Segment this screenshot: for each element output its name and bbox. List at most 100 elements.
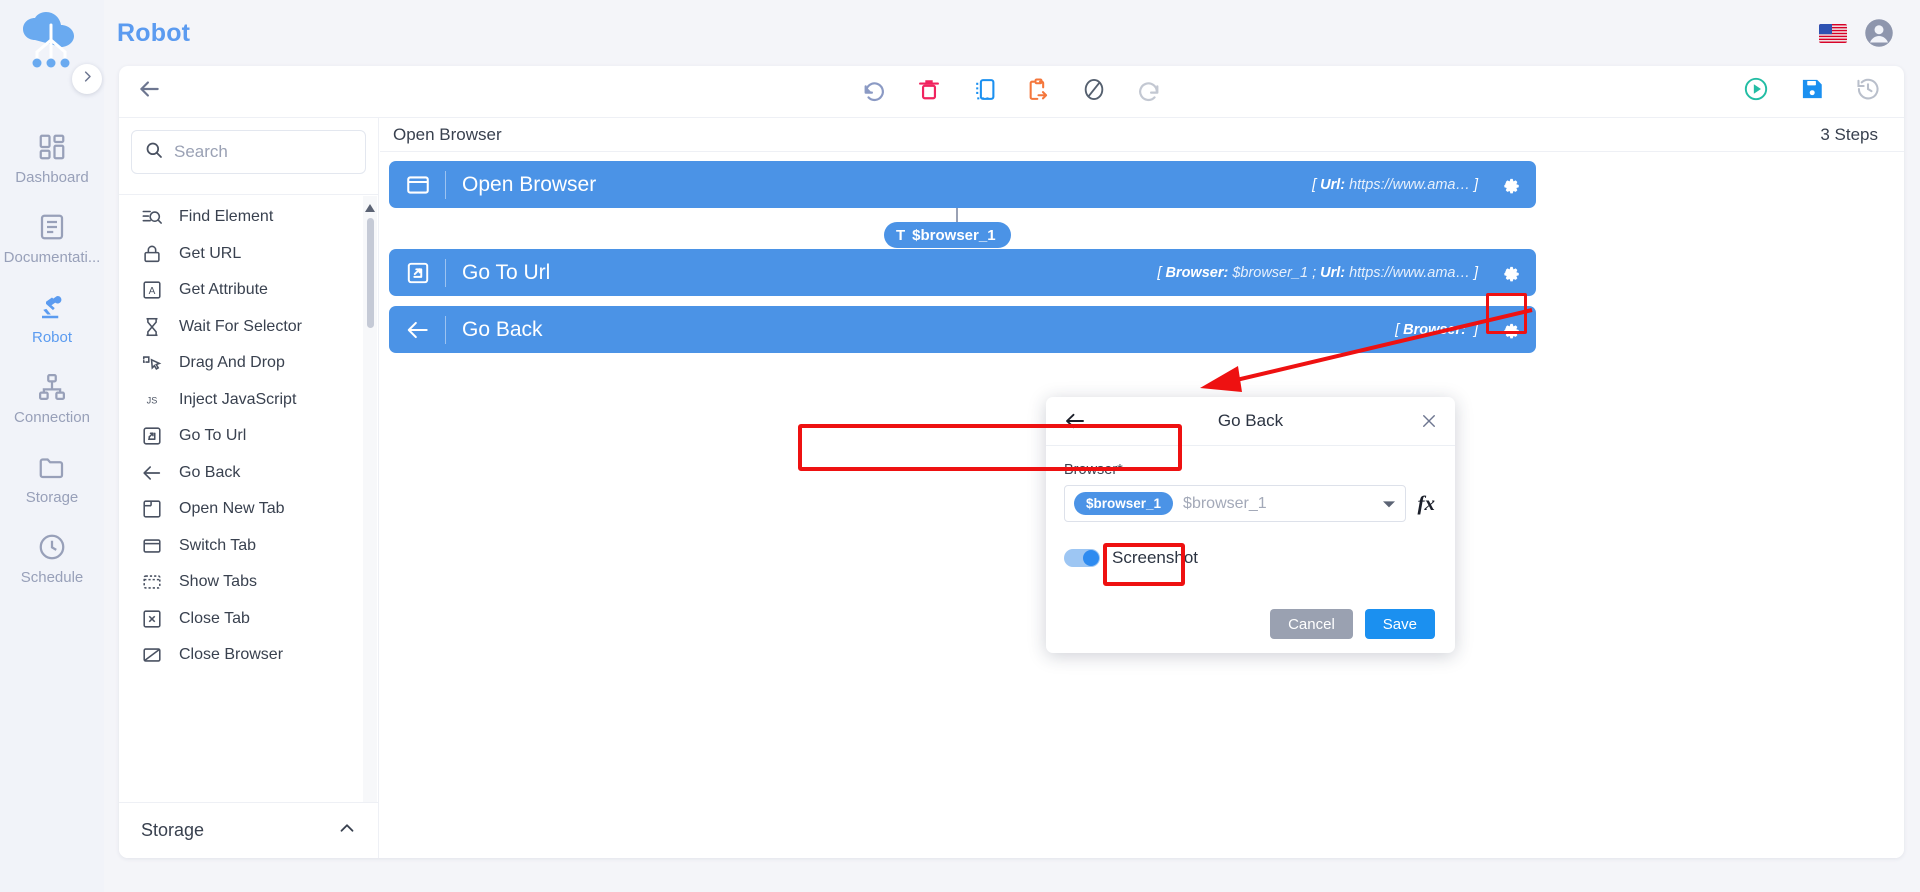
action-item-drag-and-drop[interactable]: Drag And Drop <box>119 345 378 382</box>
save-button[interactable]: Save <box>1364 609 1435 639</box>
account-circle-icon[interactable] <box>1864 18 1894 48</box>
action-list-scrollbar[interactable] <box>363 196 377 856</box>
dashboard-icon <box>37 132 67 162</box>
paste-button[interactable] <box>1025 77 1053 106</box>
editor-back-button[interactable] <box>132 75 166 109</box>
scroll-up-arrow-icon[interactable] <box>365 199 375 217</box>
action-item-close-tab[interactable]: Close Tab <box>119 601 378 638</box>
show-tabs-icon <box>141 571 163 593</box>
browser-select[interactable]: $browser_1 $browser_1 <box>1064 485 1406 522</box>
action-item-label: Get URL <box>179 244 242 262</box>
params-close-bracket: ] <box>1473 321 1478 338</box>
step-row-open-browser[interactable]: Open Browser [ Url: https://www.ama… ] <box>389 161 1536 208</box>
sidebar-item-label: Schedule <box>20 569 84 586</box>
action-item-label: Close Tab <box>179 609 250 627</box>
action-item-open-new-tab[interactable]: Open New Tab <box>119 491 378 528</box>
go-to-url-icon <box>141 425 163 447</box>
action-item-wait-for-selector[interactable]: Wait For Selector <box>119 309 378 346</box>
step-row-go-back[interactable]: Go Back [ Browser: ] <box>389 306 1536 353</box>
step-params: [ Url: https://www.ama… ] <box>1312 177 1478 193</box>
screenshot-row: Screenshot <box>1064 548 1437 568</box>
clock-icon <box>37 532 67 562</box>
save-button[interactable] <box>1798 78 1826 106</box>
action-item-find-element[interactable]: Find Element <box>119 199 378 236</box>
us-flag-icon[interactable] <box>1819 23 1847 43</box>
cancel-button[interactable]: Cancel <box>1270 609 1353 639</box>
sidebar-item-connection[interactable]: Connection <box>0 372 104 426</box>
disable-button[interactable] <box>1080 78 1108 106</box>
action-item-close-browser[interactable]: Close Browser <box>119 637 378 674</box>
sidebar-expand-button[interactable] <box>72 64 102 94</box>
undo-button[interactable] <box>860 78 888 106</box>
search-icon <box>144 140 164 165</box>
left-nav-rail: Dashboard Documentati... Robot Connectio… <box>0 0 104 892</box>
run-button[interactable] <box>1742 76 1770 107</box>
action-item-label: Go To Url <box>179 427 247 445</box>
fx-expression-button[interactable]: fx <box>1418 491 1438 516</box>
action-item-label: Show Tabs <box>179 573 257 591</box>
param-separator: ; <box>1312 264 1317 281</box>
search-box[interactable] <box>131 130 366 174</box>
editor-toolbar <box>119 66 1904 118</box>
step-row-go-to-url[interactable]: Go To Url [ Browser: $browser_1 ; Url: h… <box>389 249 1536 296</box>
storage-section-toggle[interactable]: Storage <box>119 802 378 858</box>
action-item-get-attribute[interactable]: A Get Attribute <box>119 272 378 309</box>
step-settings-gear-icon[interactable] <box>1496 172 1522 198</box>
action-item-inject-javascript[interactable]: JS Inject JavaScript <box>119 382 378 419</box>
canvas-header: Open Browser 3 Steps <box>380 118 1904 152</box>
undo-icon <box>862 77 887 107</box>
editor-toolbar-right <box>1742 76 1882 107</box>
action-item-go-to-url[interactable]: Go To Url <box>119 418 378 455</box>
chevron-up-icon <box>336 817 358 844</box>
action-panel: Find Element Get URL A <box>119 118 379 858</box>
dialog-footer: Cancel Save <box>1046 609 1455 639</box>
dialog-back-button[interactable] <box>1063 409 1087 433</box>
step-settings-gear-icon[interactable] <box>1496 317 1522 343</box>
params-open-bracket: [ <box>1157 264 1162 281</box>
svg-text:A: A <box>149 286 156 297</box>
divider <box>445 170 446 199</box>
lock-icon <box>141 243 163 265</box>
sidebar-item-documentation[interactable]: Documentati... <box>0 212 104 266</box>
action-item-label: Get Attribute <box>179 281 268 299</box>
play-circle-icon <box>1743 76 1769 107</box>
trash-icon <box>917 77 942 107</box>
chevron-down-icon[interactable] <box>1382 495 1395 513</box>
browser-variable-token[interactable]: $browser_1 <box>1074 492 1174 515</box>
new-tab-icon <box>141 498 163 520</box>
top-bar: Robot <box>104 0 1920 66</box>
sidebar-item-schedule[interactable]: Schedule <box>0 532 104 586</box>
param-key: Browser: <box>1403 321 1466 338</box>
sidebar-item-dashboard[interactable]: Dashboard <box>0 132 104 186</box>
arrow-left-icon <box>136 76 162 107</box>
search-input[interactable] <box>174 142 353 162</box>
sidebar-item-storage[interactable]: Storage <box>0 452 104 506</box>
scroll-thumb[interactable] <box>367 218 374 328</box>
param-value: $browser_1 <box>1232 264 1309 281</box>
action-item-switch-tab[interactable]: Switch Tab <box>119 528 378 565</box>
close-icon[interactable] <box>1420 412 1438 430</box>
history-button[interactable] <box>1854 78 1882 106</box>
step-params: [ Browser: $browser_1 ; Url: https://www… <box>1157 265 1478 281</box>
screenshot-toggle[interactable] <box>1064 549 1100 567</box>
drag-drop-icon <box>141 352 163 374</box>
document-icon <box>37 212 67 242</box>
redo-button[interactable] <box>1135 78 1163 106</box>
delete-button[interactable] <box>915 78 943 106</box>
browser-field-label: Browser* <box>1064 462 1123 478</box>
sidebar-item-robot[interactable]: Robot <box>0 292 104 346</box>
action-item-show-tabs[interactable]: Show Tabs <box>119 564 378 601</box>
action-list[interactable]: Find Element Get URL A Get Attribute Wai… <box>119 194 378 802</box>
letter-a-box-icon: A <box>141 279 163 301</box>
switch-tab-icon <box>141 535 163 557</box>
text-type-icon: T <box>896 226 906 244</box>
flow-title: Open Browser <box>393 124 502 144</box>
go-back-settings-dialog: Go Back Browser* $browser_1 $browser_1 f… <box>1046 397 1455 653</box>
variable-chip[interactable]: T $browser_1 <box>884 222 1011 248</box>
action-item-get-url[interactable]: Get URL <box>119 236 378 273</box>
step-settings-gear-icon[interactable] <box>1496 260 1522 286</box>
action-item-go-back[interactable]: Go Back <box>119 455 378 492</box>
copy-button[interactable] <box>970 78 998 106</box>
sitemap-icon <box>37 372 67 402</box>
browser-input-placeholder: $browser_1 <box>1183 494 1267 512</box>
